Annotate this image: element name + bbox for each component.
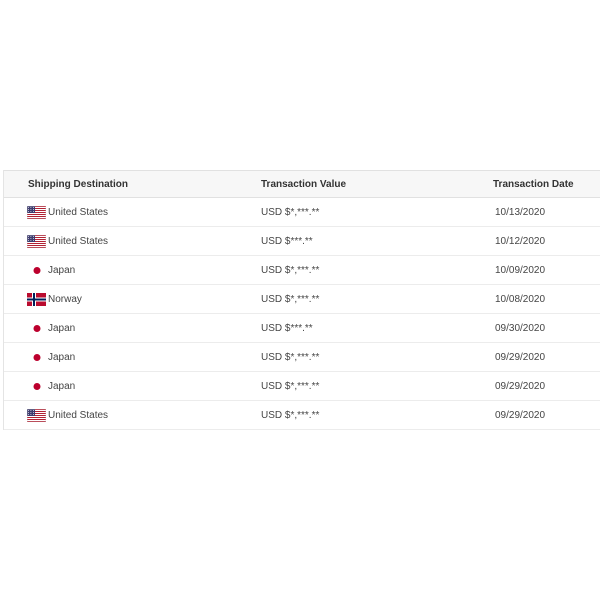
transactions-table: Shipping Destination Transaction Value T… <box>3 170 600 430</box>
table-header: Shipping Destination Transaction Value T… <box>4 170 600 198</box>
cell-transaction-value: USD $***.** <box>261 235 313 247</box>
us-flag-icon <box>26 234 46 248</box>
table-row[interactable]: Japan USD $*,***.** 10/09/2020 <box>4 256 600 285</box>
country-name: Norway <box>48 293 82 305</box>
cell-transaction-value: USD $***.** <box>261 322 313 334</box>
table-row[interactable]: Norway USD $*,***.** 10/08/2020 <box>4 285 600 314</box>
table-row[interactable]: United States USD $*,***.** 09/29/2020 <box>4 401 600 430</box>
table-row[interactable]: United States USD $*,***.** 10/13/2020 <box>4 198 600 227</box>
country-name: United States <box>48 235 109 247</box>
country-name: Japan <box>48 351 76 363</box>
header-transaction-date[interactable]: Transaction Date <box>493 171 574 197</box>
cell-transaction-value: USD $*,***.** <box>261 264 320 276</box>
us-flag-icon <box>26 408 46 422</box>
cell-transaction-date: 10/08/2020 <box>495 293 546 305</box>
cell-transaction-value: USD $*,***.** <box>261 293 320 305</box>
cell-transaction-date: 09/30/2020 <box>495 322 546 334</box>
cell-shipping-destination: United States <box>26 227 108 255</box>
cell-transaction-date: 10/13/2020 <box>495 206 546 218</box>
jp-flag-icon <box>26 351 46 364</box>
us-flag-icon <box>26 205 46 219</box>
no-flag-icon <box>26 292 46 306</box>
header-transaction-value[interactable]: Transaction Value <box>261 171 346 197</box>
cell-shipping-destination: Japan <box>26 372 75 400</box>
table-row[interactable]: United States USD $***.** 10/12/2020 <box>4 227 600 256</box>
cell-transaction-date: 10/09/2020 <box>495 264 546 276</box>
cell-shipping-destination: Japan <box>26 314 75 342</box>
table-row[interactable]: Japan USD $*,***.** 09/29/2020 <box>4 372 600 401</box>
page: Shipping Destination Transaction Value T… <box>0 0 600 600</box>
header-shipping-destination[interactable]: Shipping Destination <box>28 171 128 197</box>
cell-transaction-value: USD $*,***.** <box>261 351 320 363</box>
cell-shipping-destination: Japan <box>26 256 75 284</box>
cell-shipping-destination: United States <box>26 401 108 429</box>
table-row[interactable]: Japan USD $*,***.** 09/29/2020 <box>4 343 600 372</box>
jp-flag-icon <box>26 380 46 393</box>
cell-transaction-date: 09/29/2020 <box>495 409 546 421</box>
table-row[interactable]: Japan USD $***.** 09/30/2020 <box>4 314 600 343</box>
cell-transaction-date: 10/12/2020 <box>495 235 546 247</box>
cell-shipping-destination: Japan <box>26 343 75 371</box>
cell-transaction-value: USD $*,***.** <box>261 380 320 392</box>
cell-shipping-destination: Norway <box>26 285 82 313</box>
country-name: Japan <box>48 322 76 334</box>
country-name: United States <box>48 206 109 218</box>
cell-transaction-date: 09/29/2020 <box>495 380 546 392</box>
cell-transaction-value: USD $*,***.** <box>261 409 320 421</box>
cell-shipping-destination: United States <box>26 198 108 226</box>
jp-flag-icon <box>26 322 46 335</box>
cell-transaction-date: 09/29/2020 <box>495 351 546 363</box>
table-body: United States USD $*,***.** 10/13/2020 Unit… <box>4 198 600 430</box>
jp-flag-icon <box>26 264 46 277</box>
cell-transaction-value: USD $*,***.** <box>261 206 320 218</box>
country-name: United States <box>48 409 109 421</box>
country-name: Japan <box>48 264 76 276</box>
country-name: Japan <box>48 380 76 392</box>
